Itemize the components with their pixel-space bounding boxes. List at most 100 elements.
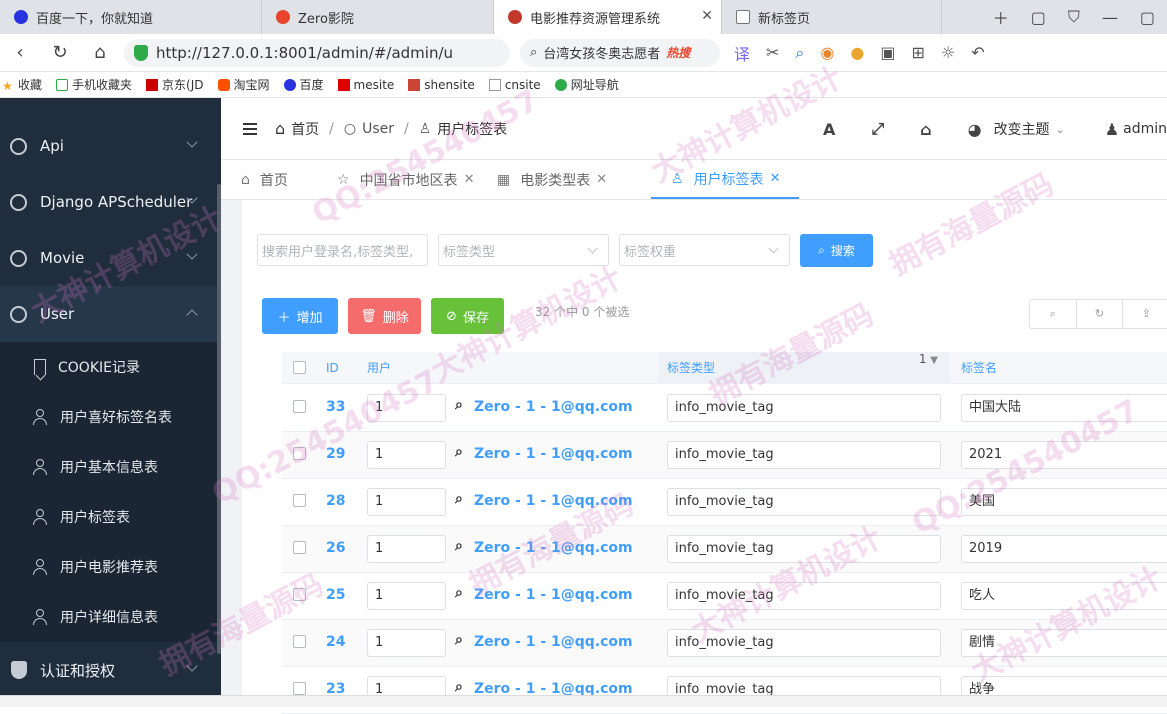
tag-type-select[interactable]: 标签类型 xyxy=(438,234,609,266)
sidebar-group-auth[interactable]: 认证和授权 xyxy=(0,642,218,695)
row-id-link[interactable]: 28 xyxy=(326,493,345,509)
row-id-link[interactable]: 25 xyxy=(326,587,345,603)
user-id-input[interactable]: 1 xyxy=(367,394,446,422)
user-link[interactable]: Zero - 1 - 1@qq.com xyxy=(474,587,633,603)
user-id-input[interactable]: 1 xyxy=(367,582,446,610)
tag-name-input[interactable]: 美国 xyxy=(961,488,1167,516)
lookup-search-icon[interactable]: ⌕ xyxy=(455,632,463,648)
scissors-icon[interactable]: ✂ xyxy=(766,43,779,62)
user-link[interactable]: Zero - 1 - 1@qq.com xyxy=(474,446,633,462)
tab-user-tags[interactable]: ♙ 用户标签表 ✕ xyxy=(651,160,799,199)
url-field[interactable]: http://127.0.0.1:8001/admin/#/admin/u xyxy=(124,38,510,67)
back-icon[interactable]: ‹ xyxy=(0,42,40,63)
select-all-checkbox[interactable] xyxy=(293,361,306,374)
lookup-search-icon[interactable]: ⌕ xyxy=(455,397,463,413)
menu-toggle-icon[interactable] xyxy=(243,122,257,135)
sidebar-group-user[interactable]: User xyxy=(0,286,218,342)
sidebar-item-user-basic[interactable]: 用户基本信息表 xyxy=(0,442,218,492)
row-id-link[interactable]: 29 xyxy=(326,446,345,462)
row-checkbox[interactable] xyxy=(293,588,306,601)
row-checkbox[interactable] xyxy=(293,447,306,460)
user-id-input[interactable]: 1 xyxy=(367,488,446,516)
browser-tab[interactable]: Zero影院 xyxy=(262,0,494,34)
tag-name-input[interactable]: 吃人 xyxy=(961,582,1167,610)
row-id-link[interactable]: 33 xyxy=(326,399,345,415)
apps-icon[interactable]: ⊞ xyxy=(911,43,924,62)
maximize-icon[interactable]: ▢ xyxy=(1140,8,1155,27)
add-button[interactable]: ＋ 增加 xyxy=(262,298,338,334)
undo-icon[interactable]: ↶ xyxy=(971,43,984,62)
tab-movie-type[interactable]: ▦ 电影类型表 ✕ xyxy=(477,160,651,199)
bookmark-item[interactable]: shensite xyxy=(408,78,475,92)
close-icon[interactable]: ✕ xyxy=(464,172,475,187)
tag-name-input[interactable]: 2021 xyxy=(961,441,1167,469)
tag-name-input[interactable]: 中国大陆 xyxy=(961,394,1167,422)
user-link[interactable]: Zero - 1 - 1@qq.com xyxy=(474,399,633,415)
sidebar-group-api[interactable]: Api xyxy=(0,118,218,174)
lookup-search-icon[interactable]: ⌕ xyxy=(455,585,463,601)
breadcrumb-user[interactable]: User xyxy=(362,121,394,137)
lookup-search-icon[interactable]: ⌕ xyxy=(455,491,463,507)
home-icon[interactable]: ⌂ xyxy=(920,120,931,139)
row-checkbox[interactable] xyxy=(293,494,306,507)
search-icon[interactable]: ⌕ xyxy=(1030,300,1077,328)
browser-search-box[interactable]: ⌕ 台湾女孩冬奥志愿者 热搜 xyxy=(520,38,720,67)
fullscreen-icon[interactable]: ⤢ xyxy=(871,119,884,139)
reload-icon[interactable]: ↻ xyxy=(40,42,80,63)
sidebar-item-user-tags[interactable]: 用户标签表 xyxy=(0,492,218,542)
user-link[interactable]: Zero - 1 - 1@qq.com xyxy=(474,540,633,556)
user-link[interactable]: Zero - 1 - 1@qq.com xyxy=(474,493,633,509)
bookmark-item[interactable]: ★ 收藏 xyxy=(2,76,42,93)
row-id-link[interactable]: 24 xyxy=(326,634,345,650)
column-header-tag-type-sorted[interactable]: 标签类型 1 ▼ xyxy=(658,352,950,384)
lookup-search-icon[interactable]: ⌕ xyxy=(455,444,463,460)
tag-name-input[interactable]: 2019 xyxy=(961,535,1167,563)
tag-name-input[interactable]: 剧情 xyxy=(961,629,1167,657)
row-checkbox[interactable] xyxy=(293,682,306,695)
column-header-id[interactable]: ID xyxy=(326,352,339,384)
bookmark-item[interactable]: mesite xyxy=(337,78,394,92)
home-icon[interactable]: ⌂ xyxy=(80,42,120,63)
lookup-search-icon[interactable]: ⌕ xyxy=(455,679,463,695)
coin-icon[interactable]: ● xyxy=(850,43,864,62)
row-checkbox[interactable] xyxy=(293,541,306,554)
user-id-input[interactable]: 1 xyxy=(367,441,446,469)
user-menu[interactable]: admin xyxy=(1123,121,1167,137)
tab-count-icon[interactable]: ▢ xyxy=(1031,8,1046,27)
sidebar-group-movie[interactable]: Movie xyxy=(0,230,218,286)
minimize-icon[interactable]: — xyxy=(1102,8,1118,27)
column-header-tag-name[interactable]: 标签名 xyxy=(961,352,997,384)
sun-icon[interactable]: ☼ xyxy=(941,43,955,62)
browser-tab[interactable]: 百度一下，你就知道 xyxy=(0,0,262,34)
tag-weight-select[interactable]: 标签权重 xyxy=(619,234,790,266)
bookmark-item[interactable]: 百度 xyxy=(283,76,324,93)
font-size-icon[interactable]: A xyxy=(823,120,835,139)
search-button[interactable]: ⌕ 搜索 xyxy=(800,234,873,267)
close-icon[interactable]: ✕ xyxy=(596,172,607,187)
save-button[interactable]: ⊘ 保存 xyxy=(431,298,504,334)
breadcrumb-home[interactable]: 首页 xyxy=(291,119,319,139)
tag-type-input[interactable]: info_movie_tag xyxy=(667,629,941,657)
user-id-input[interactable]: 1 xyxy=(367,629,446,657)
search-input[interactable]: 搜索用户登录名,标签类型, xyxy=(257,234,428,266)
row-checkbox[interactable] xyxy=(293,635,306,648)
tag-type-input[interactable]: info_movie_tag xyxy=(667,441,941,469)
tab-home[interactable]: ⌂ 首页 xyxy=(221,160,317,199)
sidebar-group-apscheduler[interactable]: Django APScheduler xyxy=(0,174,218,230)
sidebar-item-user-fav-tags[interactable]: 用户喜好标签名表 xyxy=(0,392,218,442)
close-icon[interactable]: ✕ xyxy=(770,171,781,186)
sidebar-item-user-detail[interactable]: 用户详细信息表 xyxy=(0,592,218,642)
column-header-user[interactable]: 用户 xyxy=(367,352,391,384)
theme-switch[interactable]: 改变主题 xyxy=(994,119,1050,139)
translate-icon[interactable]: 译 xyxy=(734,41,750,65)
bookmark-item[interactable]: 京东(JD xyxy=(146,76,204,93)
game-icon[interactable]: ◉ xyxy=(820,43,834,62)
tag-type-input[interactable]: info_movie_tag xyxy=(667,394,941,422)
tag-type-input[interactable]: info_movie_tag xyxy=(667,535,941,563)
new-tab-icon[interactable]: ＋ xyxy=(993,5,1009,29)
bookmark-item[interactable]: 淘宝网 xyxy=(217,76,270,93)
magnifier-icon[interactable]: ⌕ xyxy=(795,43,804,63)
row-checkbox[interactable] xyxy=(293,400,306,413)
user-id-input[interactable]: 1 xyxy=(367,535,446,563)
delete-button[interactable]: 🗑︎ 删除 xyxy=(348,298,421,334)
